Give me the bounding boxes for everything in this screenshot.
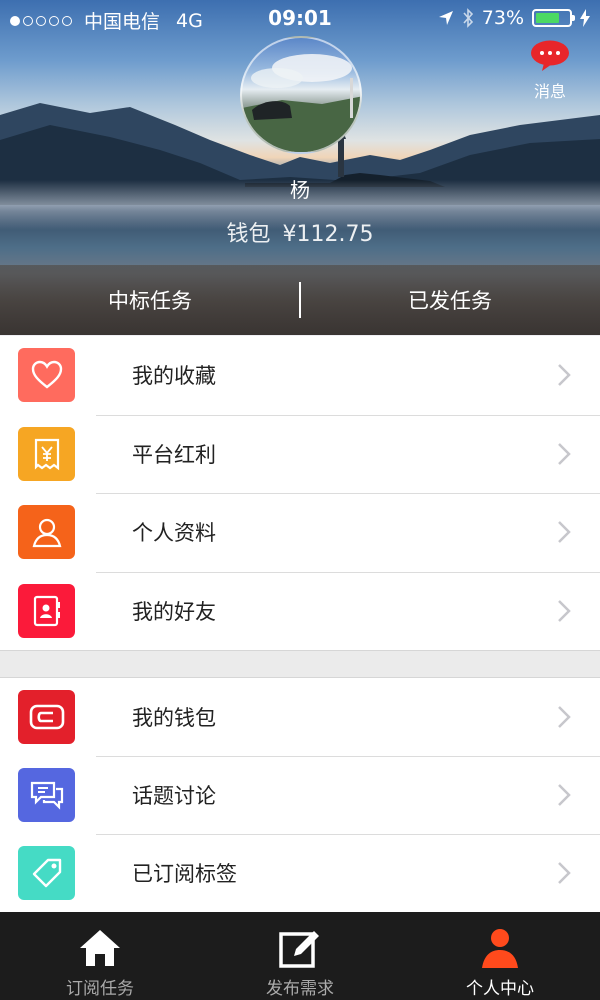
receipt-yen-icon xyxy=(18,426,75,481)
menu-item-profile[interactable]: 个人资料 xyxy=(0,493,600,572)
avatar[interactable] xyxy=(240,36,362,154)
status-bar: 中国电信 4G 09:01 73% xyxy=(0,0,600,38)
menu-item-topics[interactable]: 话题讨论 xyxy=(0,756,600,834)
battery-icon xyxy=(532,9,575,27)
tab-label: 个人中心 xyxy=(466,979,534,999)
avatar-photo xyxy=(242,54,360,152)
heart-icon xyxy=(18,348,75,403)
bottom-tab-bar: 订阅任务 发布需求 个人中心 xyxy=(0,912,600,1000)
home-icon xyxy=(80,930,120,966)
contacts-icon xyxy=(18,583,75,638)
tab-subscribed-tasks[interactable]: 订阅任务 xyxy=(0,912,200,1000)
person-icon xyxy=(18,505,75,560)
battery-percent: 73% xyxy=(481,7,524,29)
menu-item-label: 我的好友 xyxy=(132,599,216,624)
wallet-icon xyxy=(18,690,75,744)
tab-post-request[interactable]: 发布需求 xyxy=(200,912,400,1000)
message-bubble-icon xyxy=(531,40,569,71)
wallet-amount: ¥112.75 xyxy=(282,222,374,247)
menu-item-label: 平台红利 xyxy=(132,442,216,467)
chevron-right-icon xyxy=(558,364,571,387)
location-arrow-icon xyxy=(438,11,453,25)
menu-item-wallet[interactable]: 我的钱包 xyxy=(0,678,600,756)
message-button[interactable]: 消息 xyxy=(528,40,572,102)
chevron-right-icon xyxy=(558,784,571,806)
menu-item-label: 已订阅标签 xyxy=(132,862,237,886)
tab-posted-tasks[interactable]: 已发任务 xyxy=(300,265,600,335)
menu-group-2: 我的钱包 话题讨论 已订阅标签 xyxy=(0,678,600,912)
tab-personal-center[interactable]: 个人中心 xyxy=(400,912,600,1000)
chevron-right-icon xyxy=(558,521,571,544)
menu-item-label: 话题讨论 xyxy=(132,784,216,808)
tab-label: 发布需求 xyxy=(266,979,334,999)
menu-item-label: 我的收藏 xyxy=(132,364,216,389)
message-label: 消息 xyxy=(533,82,566,101)
chat-icon xyxy=(18,768,75,822)
chevron-right-icon xyxy=(558,442,571,465)
menu-item-bonus[interactable]: 平台红利 xyxy=(0,414,600,494)
section-separator xyxy=(0,650,600,678)
tab-label: 订阅任务 xyxy=(66,979,134,999)
wallet-label: 钱包 xyxy=(226,222,271,247)
edit-icon xyxy=(279,931,319,968)
user-name: 杨 xyxy=(290,178,310,202)
status-bar-right: 73% xyxy=(438,7,590,29)
wallet-balance[interactable]: 钱包 ¥112.75 xyxy=(0,216,600,248)
menu-item-favorites[interactable]: 我的收藏 xyxy=(0,336,600,415)
menu-item-label: 个人资料 xyxy=(132,521,216,546)
user-icon xyxy=(482,929,518,968)
tab-won-tasks[interactable]: 中标任务 xyxy=(0,265,300,335)
chevron-right-icon xyxy=(558,706,571,728)
charging-bolt-icon xyxy=(580,9,590,27)
menu-item-label: 我的钱包 xyxy=(132,706,216,730)
menu-item-friends[interactable]: 我的好友 xyxy=(0,571,600,651)
menu-group-1: 我的收藏 平台红利 个人资料 我的好友 xyxy=(0,336,600,650)
tab-divider xyxy=(299,282,301,318)
menu-item-tags[interactable]: 已订阅标签 xyxy=(0,834,600,912)
tag-icon xyxy=(18,846,75,900)
chevron-right-icon xyxy=(558,862,571,884)
chevron-right-icon xyxy=(558,599,571,622)
bluetooth-icon xyxy=(463,8,473,28)
